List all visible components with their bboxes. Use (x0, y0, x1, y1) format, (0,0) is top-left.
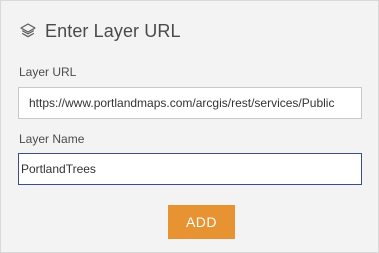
layer-name-input[interactable] (18, 153, 362, 185)
layer-url-input[interactable] (18, 87, 362, 119)
layer-url-label: Layer URL (19, 65, 77, 79)
panel-title: Enter Layer URL (45, 20, 181, 41)
layers-icon (19, 22, 37, 40)
add-button[interactable]: ADD (168, 205, 235, 239)
add-layer-url-panel: Enter Layer URL Layer URL Layer Name ADD (0, 0, 379, 253)
panel-header: Enter Layer URL (19, 19, 181, 43)
layer-name-label: Layer Name (19, 132, 85, 146)
